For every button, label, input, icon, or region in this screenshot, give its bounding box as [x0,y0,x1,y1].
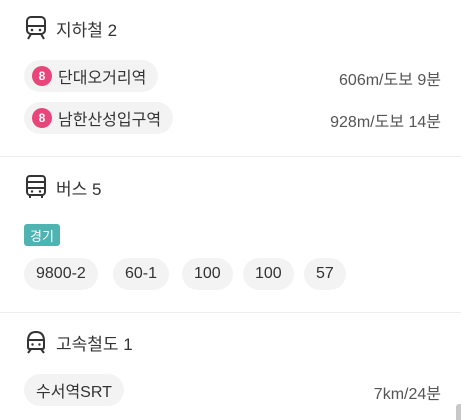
train-icon [24,329,48,355]
express-rail-title: 고속철도 1 [56,334,133,354]
subway-icon [24,15,48,41]
station-distance-2: 928m/도보 14분 [330,114,441,131]
bus-route-chip[interactable]: 100 [182,258,233,290]
bus-route-chip[interactable]: 60-1 [113,258,170,290]
bus-route-chip[interactable]: 100 [243,258,294,290]
rail-station-chip[interactable]: 수서역SRT [24,374,124,406]
express-rail-section: 고속철도 1 수서역SRT 7km/24분 [0,313,461,420]
express-rail-header: 고속철도 1 [24,328,133,356]
bus-route-chip[interactable]: 57 [304,258,346,290]
bus-icon [24,174,48,200]
station-chip-1[interactable]: 8 단대오거리역 [24,60,159,92]
bus-section: 버스 5 경기 9800-2 60-1 100 100 57 [0,157,461,312]
line-badge: 8 [32,66,52,86]
station-name: 단대오거리역 [58,70,147,87]
rail-station-distance: 7km/24분 [373,386,441,403]
region-badge: 경기 [24,224,60,246]
scrollbar[interactable] [456,404,461,420]
line-badge: 8 [32,108,52,128]
bus-title: 버스 5 [56,179,102,199]
station-distance-1: 606m/도보 9분 [339,72,441,89]
station-name: 남한산성입구역 [58,112,162,129]
subway-header: 지하철 2 [24,14,117,42]
station-chip-2[interactable]: 8 남한산성입구역 [24,102,174,134]
bus-route-chip[interactable]: 9800-2 [24,258,98,290]
subway-title: 지하철 2 [56,20,118,40]
subway-section: 지하철 2 8 단대오거리역 606m/도보 9분 8 남한산성입구역 928m… [0,0,461,156]
bus-header: 버스 5 [24,173,101,201]
